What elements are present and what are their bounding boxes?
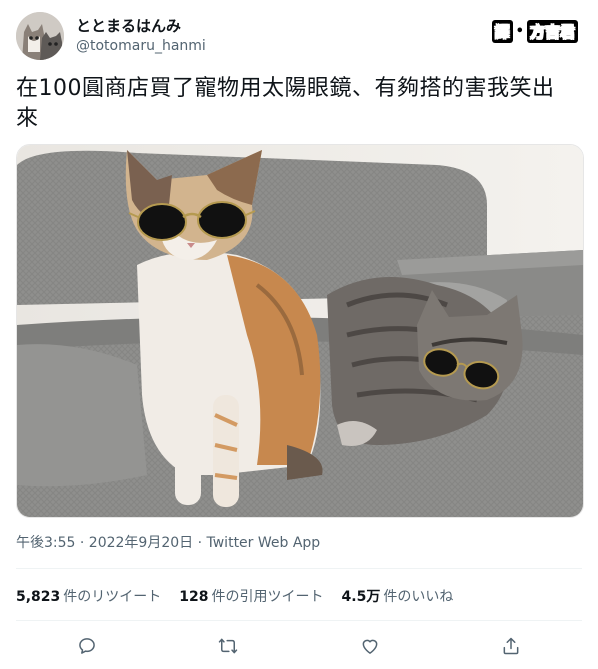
tweet-meta: 午後3:55 · 2022年9月20日 · Twitter Web App [16,532,320,552]
tweet-header: ととまるはんみ @totomaru_hanmi 譯 • 方吉君 [16,12,582,62]
quote-tweet-count[interactable]: 128 件の引用ツイート [179,586,323,606]
avatar-cats-image [16,12,64,60]
like-count-value: 4.5万 [341,589,381,605]
timestamp[interactable]: 午後3:55 · 2022年9月20日 [16,535,193,551]
reply-icon [78,638,95,654]
author-names: ととまるはんみ @totomaru_hanmi [76,16,206,56]
retweet-button[interactable] [210,628,246,664]
display-name[interactable]: ととまるはんみ [76,16,206,36]
retweet-count[interactable]: 5,823 件のリツイート [16,586,161,606]
translator-name: 方吉君 [526,20,578,43]
quote-count-value: 128 [179,589,209,605]
share-button[interactable] [493,628,529,664]
like-icon [362,639,378,654]
divider [16,620,582,621]
avatar[interactable] [16,12,64,60]
like-button[interactable] [352,628,388,664]
translation-label: 譯 [491,20,513,43]
like-count[interactable]: 4.5万 件のいいね [342,586,454,606]
divider [16,568,582,569]
translator-credit: 譯 • 方吉君 [491,20,578,43]
retweet-count-value: 5,823 [16,589,61,605]
tweet-source[interactable]: Twitter Web App [207,535,321,551]
cats-with-sunglasses-image [17,145,583,517]
user-handle[interactable]: @totomaru_hanmi [76,36,206,56]
meta-separator: · [197,535,207,551]
retweet-count-label: 件のリツイート [63,589,162,605]
tweet-photo[interactable] [16,144,584,518]
retweet-icon [219,638,238,654]
tweet-text: 在100圓商店買了寵物用太陽眼鏡、有夠搭的害我笑出來 [16,76,555,131]
like-count-label: 件のいいね [383,589,454,605]
engagement-stats: 5,823 件のリツイート 128 件の引用ツイート 4.5万 件のいいね [16,586,453,606]
quote-count-label: 件の引用ツイート [211,589,324,605]
credit-separator: • [515,24,524,39]
tweet-actions [16,628,582,664]
share-icon [503,637,519,655]
reply-button[interactable] [69,628,105,664]
